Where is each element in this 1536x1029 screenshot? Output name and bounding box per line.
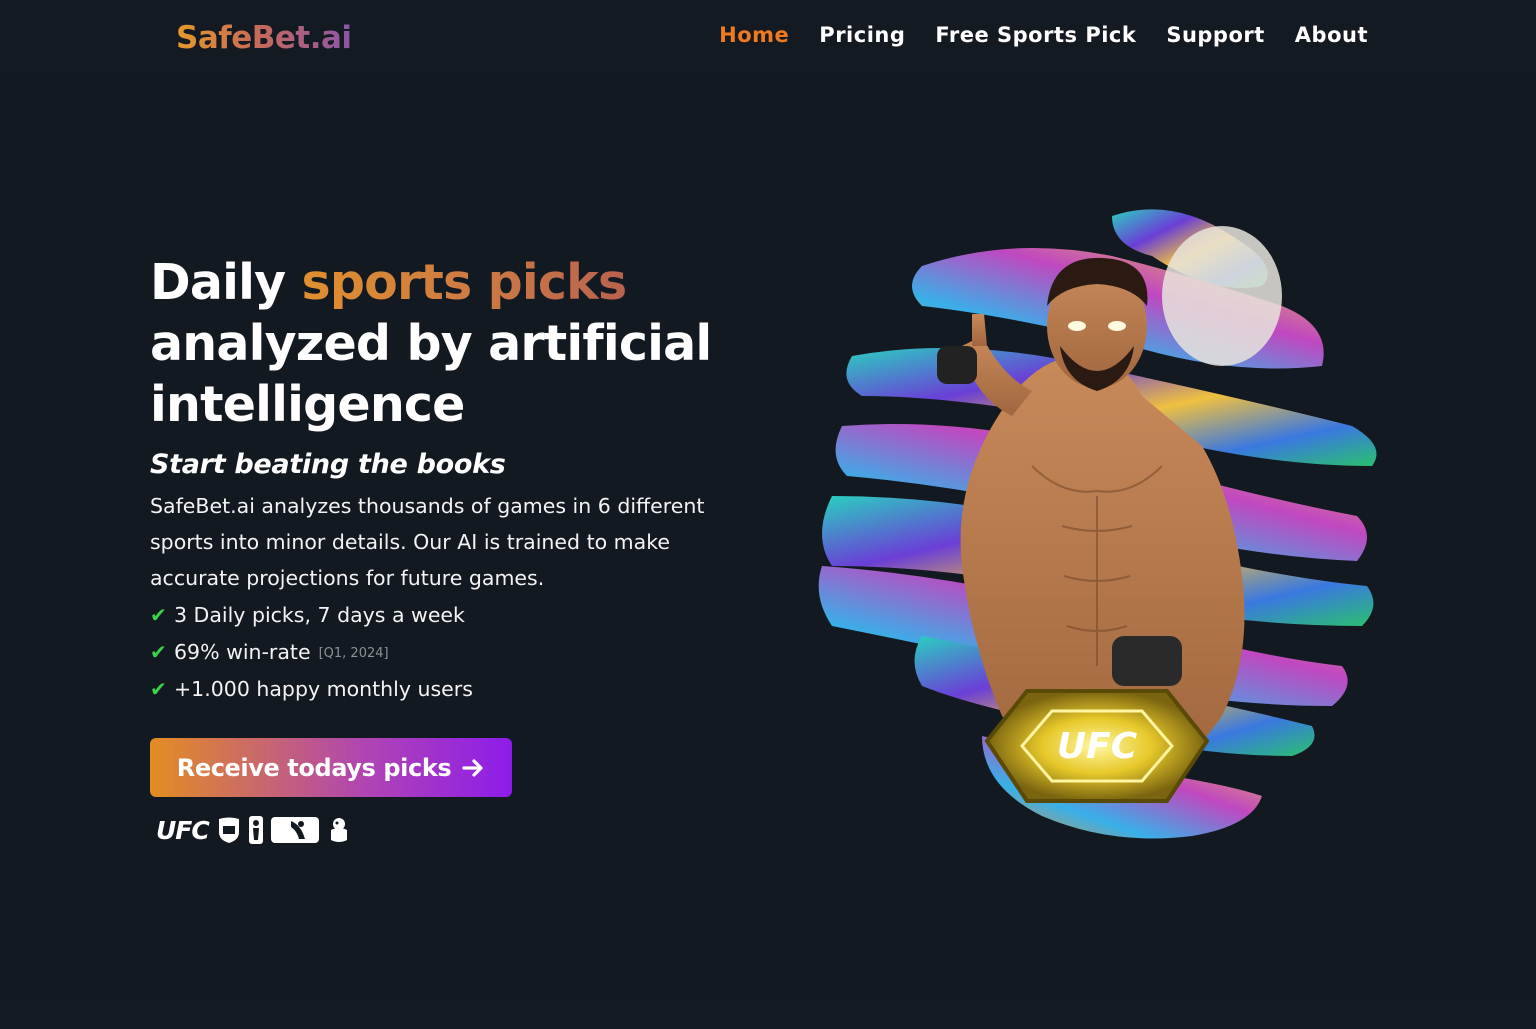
nav-support[interactable]: Support xyxy=(1166,23,1264,47)
main-menu: Home Pricing Free Sports Pick Support Ab… xyxy=(719,23,1368,47)
premier-league-icon xyxy=(330,818,347,842)
check-icon: ✔ xyxy=(150,602,167,627)
check-icon: ✔ xyxy=(150,639,167,664)
belt-label: UFC xyxy=(1057,726,1138,767)
feature-text: +1.000 happy monthly users xyxy=(174,676,473,701)
fighter-artwork: UFC xyxy=(818,209,1377,839)
feature-item: ✔ 3 Daily picks, 7 days a week xyxy=(150,596,790,633)
hero-title-highlight: sports picks xyxy=(301,254,628,311)
hero-title-part1: Daily xyxy=(150,254,302,311)
feature-list: ✔ 3 Daily picks, 7 days a week ✔ 69% win… xyxy=(150,596,790,707)
feature-item: ✔ +1.000 happy monthly users xyxy=(150,670,790,707)
cta-label: Receive todays picks xyxy=(176,753,452,782)
receive-picks-button[interactable]: Receive todays picks xyxy=(150,738,512,797)
section-divider xyxy=(0,1000,1536,1029)
feature-text: 3 Daily picks, 7 days a week xyxy=(174,602,465,627)
hero-title: Daily sports picks analyzed by artificia… xyxy=(150,252,790,435)
feature-text: 69% win-rate xyxy=(174,639,311,664)
check-icon: ✔ xyxy=(150,676,167,701)
hero-text: Daily sports picks analyzed by artificia… xyxy=(150,252,790,707)
nav-about[interactable]: About xyxy=(1295,23,1368,47)
hero-subtitle: Start beating the books xyxy=(150,449,506,480)
league-logos: UFC xyxy=(156,815,351,845)
nav-home[interactable]: Home xyxy=(719,23,789,47)
feature-item: ✔ 69% win-rate [Q1, 2024] xyxy=(150,633,790,670)
mlb-icon xyxy=(270,817,319,843)
brand-logo[interactable]: SafeBet.ai xyxy=(176,20,352,56)
nba-icon xyxy=(248,816,263,844)
hero-description: SafeBet.ai analyzes thousands of games i… xyxy=(150,494,705,590)
hero-title-part2: analyzed by artificial intelligence xyxy=(150,315,712,433)
arrow-right-icon xyxy=(462,758,483,777)
nav-pricing[interactable]: Pricing xyxy=(819,23,905,47)
nav-free-sports-pick[interactable]: Free Sports Pick xyxy=(935,23,1136,47)
feature-note: [Q1, 2024] xyxy=(318,646,389,661)
nfl-icon xyxy=(218,817,239,843)
top-navigation: SafeBet.ai Home Pricing Free Sports Pick… xyxy=(0,0,1536,78)
ufc-logo: UFC xyxy=(156,815,210,845)
